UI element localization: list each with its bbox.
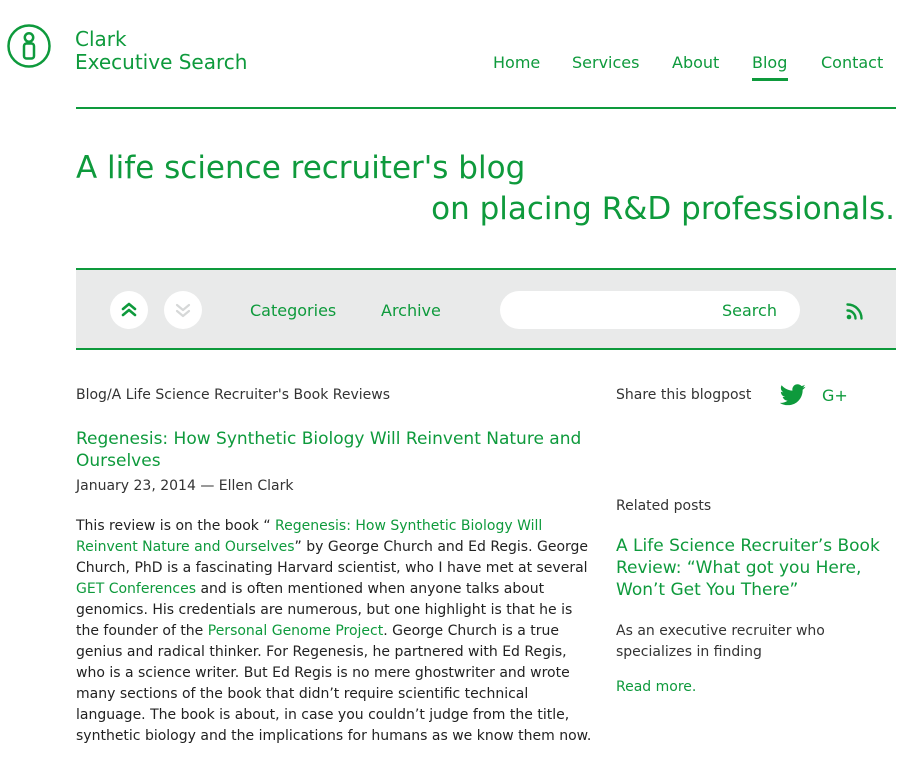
nav-home[interactable]: Home (493, 53, 540, 72)
archive-link[interactable]: Archive (381, 301, 441, 320)
hero-headline-line-2: on placing R&D professionals. (431, 191, 895, 227)
personal-genome-project-link[interactable]: Personal Genome Project (208, 623, 383, 639)
twitter-icon[interactable] (780, 383, 806, 407)
scroll-up-button[interactable] (110, 291, 148, 329)
brand-name[interactable]: Clark Executive Search (75, 28, 247, 74)
nav-services[interactable]: Services (572, 53, 639, 72)
toolbar-bottom-border (76, 348, 896, 350)
read-more-link[interactable]: Read more. (616, 679, 696, 695)
related-post-excerpt: As an executive recruiter who specialize… (616, 623, 825, 660)
google-plus-share[interactable]: G+ (822, 386, 848, 405)
chevron-double-up-icon (121, 302, 137, 317)
related-posts-label: Related posts (616, 498, 712, 514)
post-body-text: This review is on the book “ (76, 518, 276, 534)
header-divider (76, 107, 896, 109)
nav-about[interactable]: About (672, 53, 719, 72)
post-meta: January 23, 2014 — Ellen Clark (76, 478, 294, 494)
search-input[interactable] (516, 296, 710, 326)
post-title: Regenesis: How Synthetic Biology Will Re… (76, 429, 582, 471)
search-button[interactable]: Search (722, 301, 777, 320)
get-conferences-link[interactable]: GET Conferences (76, 581, 196, 597)
nav-contact[interactable]: Contact (821, 53, 883, 72)
post-body-text: . George Church is a true genius and rad… (76, 623, 592, 744)
chevron-double-down-icon (175, 303, 191, 318)
share-label: Share this blogpost (616, 387, 752, 403)
breadcrumb: Blog/A Life Science Recruiter's Book Rev… (76, 387, 391, 403)
brand-line-2: Executive Search (75, 50, 248, 74)
related-post-title[interactable]: A Life Science Recruiter’s Book Review: … (616, 535, 898, 601)
categories-link[interactable]: Categories (250, 301, 336, 320)
rss-icon[interactable] (845, 301, 865, 321)
scroll-down-button[interactable] (164, 291, 202, 329)
active-nav-indicator (752, 78, 788, 81)
nav-blog[interactable]: Blog (752, 53, 787, 72)
brand-line-1: Clark (75, 27, 127, 51)
post-body: This review is on the book “ Regenesis: … (76, 516, 592, 747)
logo-icon[interactable] (7, 24, 51, 68)
hero-headline-line-1: A life science recruiter's blog (76, 150, 526, 186)
